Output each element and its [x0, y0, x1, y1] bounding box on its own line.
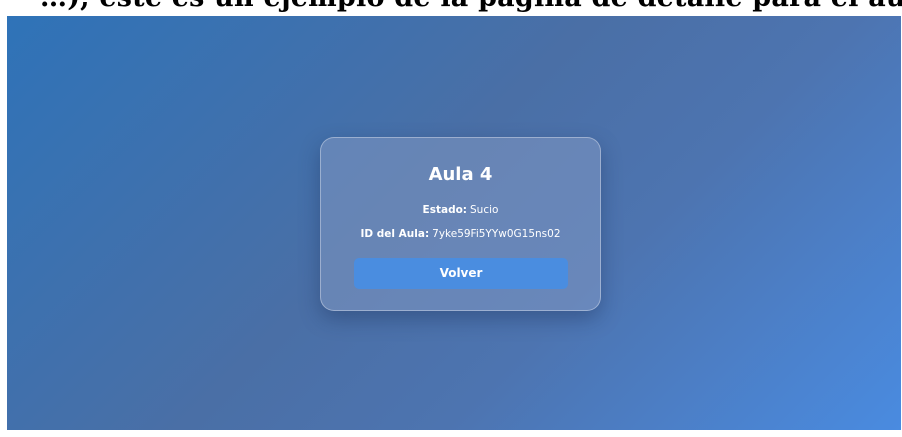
classroom-id-row: ID del Aula: 7yke59Fi5YYw0G15ns02 [321, 227, 600, 241]
classroom-detail-card: Aula 4 Estado: Sucio ID del Aula: 7yke59Fi… [320, 137, 601, 311]
back-button[interactable]: Volver [354, 258, 568, 289]
app-viewport: Aula 4 Estado: Sucio ID del Aula: 7yke59Fi… [7, 16, 901, 430]
state-label: Estado: [422, 204, 468, 216]
document-caption-text: …), este es un ejemplo de la página de d… [40, 0, 902, 13]
left-margin [0, 16, 7, 430]
classroom-id-value: 7yke59Fi5YYw0G15ns02 [432, 228, 561, 240]
bottom-margin [0, 430, 902, 437]
state-value: Sucio [470, 204, 499, 216]
state-row: Estado: Sucio [321, 203, 600, 217]
classroom-title: Aula 4 [428, 164, 493, 185]
document-caption-strip: …), este es un ejemplo de la página de d… [0, 0, 902, 16]
classroom-id-label: ID del Aula: [360, 228, 430, 240]
